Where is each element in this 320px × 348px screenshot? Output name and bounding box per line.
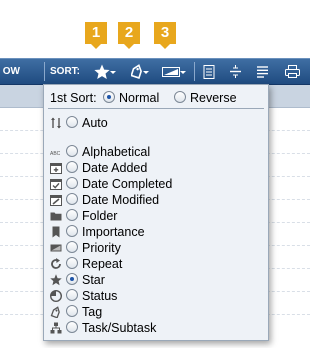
- toolbar: OW SORT:: [0, 58, 310, 85]
- notes-button[interactable]: [253, 63, 271, 80]
- star-radio[interactable]: [66, 273, 78, 285]
- importance-radio[interactable]: [66, 225, 78, 237]
- sort-option-label: Repeat: [82, 257, 123, 271]
- tag-radio[interactable]: [66, 305, 78, 317]
- alphabetical-radio[interactable]: [66, 145, 78, 157]
- sort-option-date-completed[interactable]: Date Completed: [44, 176, 268, 192]
- callout-2: 2: [118, 22, 140, 49]
- toolbar-truncated-label[interactable]: OW: [0, 59, 20, 84]
- sort-option-priority[interactable]: Priority: [44, 240, 268, 256]
- repeat-radio[interactable]: [66, 257, 78, 269]
- tag-icon: [50, 306, 60, 318]
- menu-divider: [48, 108, 264, 109]
- sort-option-label: Date Completed: [82, 177, 173, 191]
- sort-option-task-subtask[interactable]: Task/Subtask: [44, 320, 268, 336]
- chevron-down-icon: [143, 71, 149, 74]
- sort-option-label: Tag: [82, 305, 103, 319]
- print-icon: [284, 65, 300, 78]
- first-sort-row: 1st Sort: Normal Reverse: [44, 90, 268, 106]
- callout-3: 3: [154, 22, 176, 49]
- priority-icon: [162, 66, 180, 77]
- tag-icon: [131, 64, 142, 79]
- status-radio[interactable]: [66, 289, 78, 301]
- normal-radio[interactable]: [103, 91, 115, 103]
- svg-text:ABC: ABC: [50, 151, 61, 157]
- sort-option-date-modified[interactable]: Date Modified: [44, 192, 268, 208]
- sort-option-importance[interactable]: Importance: [44, 224, 268, 240]
- page: 1 2 3 OW SORT: 1st Sort: Normal Reverse …: [0, 0, 310, 348]
- calendar-check-icon: [50, 179, 62, 190]
- sort-option-tag[interactable]: Tag: [44, 304, 268, 320]
- abc-icon: ABC: [50, 151, 61, 157]
- sort-dropdown-menu: 1st Sort: Normal Reverse Auto ABC Alphab…: [43, 84, 269, 341]
- chevron-down-icon: [110, 71, 116, 74]
- calendar-edit-icon: [50, 195, 62, 206]
- sort-option-label: Date Modified: [82, 193, 160, 207]
- calendar-plus-icon: [50, 163, 62, 174]
- toolbar-separator: [194, 62, 195, 81]
- sort-priority-button[interactable]: [156, 63, 186, 80]
- sort-option-label: Auto: [82, 116, 108, 130]
- sort-option-label: Status: [82, 289, 118, 303]
- date-modified-radio[interactable]: [66, 193, 78, 205]
- sort-option-date-added[interactable]: Date Added: [44, 160, 268, 176]
- hierarchy-icon: [50, 322, 62, 334]
- star-icon: [50, 274, 62, 286]
- sort-option-auto[interactable]: Auto: [44, 115, 268, 131]
- list-view-button[interactable]: [200, 63, 218, 80]
- folder-radio[interactable]: [66, 209, 78, 221]
- sort-option-label: Importance: [82, 225, 145, 239]
- folder-icon: [50, 212, 62, 221]
- date-completed-radio[interactable]: [66, 177, 78, 189]
- document-icon: [203, 64, 215, 79]
- sort-option-label: Star: [82, 273, 105, 287]
- sort-label: SORT:: [50, 66, 80, 77]
- sort-option-label: Task/Subtask: [82, 321, 157, 335]
- reverse-radio[interactable]: [174, 91, 186, 103]
- sort-option-folder[interactable]: Folder: [44, 208, 268, 224]
- manual-sort-icon: [51, 117, 61, 129]
- bookmark-icon: [52, 226, 60, 238]
- sort-option-repeat[interactable]: Repeat: [44, 256, 268, 272]
- sort-option-label: Alphabetical: [82, 145, 151, 159]
- sort-option-star[interactable]: Star: [44, 272, 268, 288]
- repeat-icon: [51, 258, 61, 269]
- print-button[interactable]: [282, 63, 302, 80]
- date-added-radio[interactable]: [66, 161, 78, 173]
- callout-1: 1: [85, 22, 107, 49]
- align-center-icon: [229, 65, 241, 78]
- clock-icon: [50, 290, 62, 302]
- reverse-label[interactable]: Reverse: [190, 90, 237, 106]
- priority-radio[interactable]: [66, 241, 78, 253]
- sort-tag-button[interactable]: [124, 63, 150, 80]
- priority-icon: [50, 244, 62, 252]
- toolbar-separator: [44, 62, 45, 81]
- collapse-button[interactable]: [226, 63, 244, 80]
- sort-option-label: Priority: [82, 241, 121, 255]
- auto-radio[interactable]: [66, 116, 78, 128]
- sort-option-label: Folder: [82, 209, 118, 223]
- sort-option-status[interactable]: Status: [44, 288, 268, 304]
- task-subtask-radio[interactable]: [66, 321, 78, 333]
- sort-option-alphabetical[interactable]: ABC Alphabetical: [44, 144, 268, 160]
- normal-label[interactable]: Normal: [119, 90, 159, 106]
- sort-option-label: Date Added: [82, 161, 148, 175]
- chevron-down-icon: [180, 71, 186, 74]
- align-justify-icon: [256, 65, 268, 78]
- first-sort-label: 1st Sort:: [50, 91, 97, 105]
- star-icon: [94, 64, 110, 79]
- sort-star-button[interactable]: [88, 63, 116, 80]
